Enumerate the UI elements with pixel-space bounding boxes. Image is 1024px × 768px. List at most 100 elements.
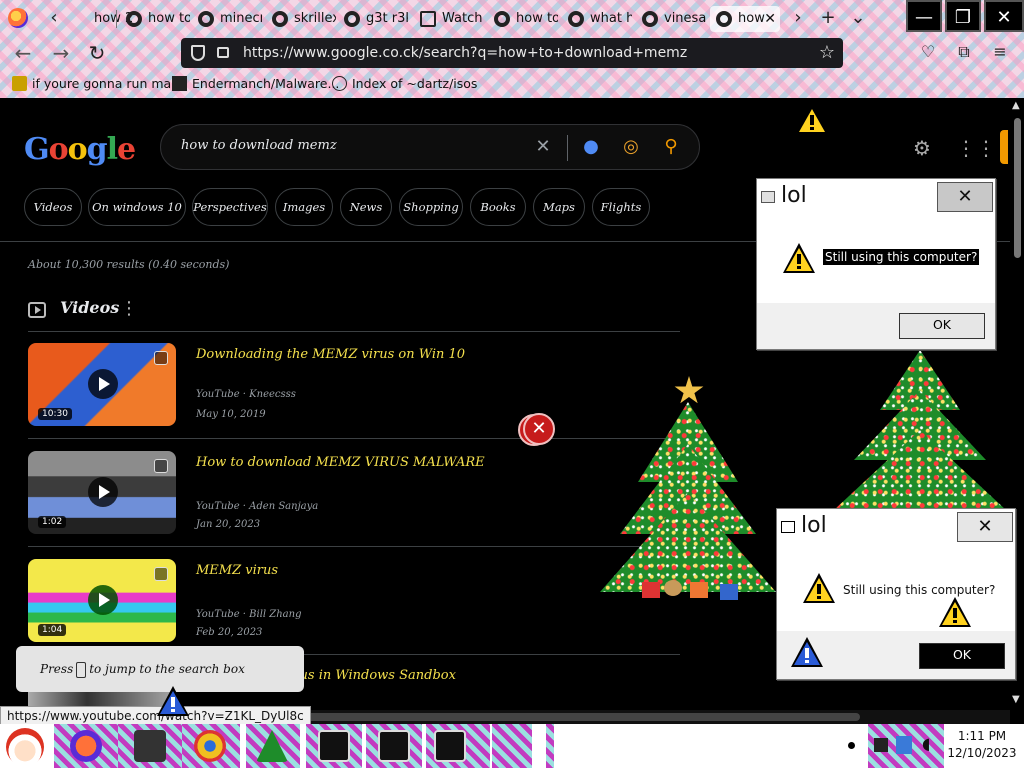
lens-icon[interactable]: ◎ <box>619 135 643 159</box>
google-favicon-icon <box>198 11 214 27</box>
taskbar-app-console[interactable] <box>366 724 422 768</box>
microphone-icon[interactable]: ● <box>579 135 603 159</box>
taskbar-app-explorer[interactable] <box>118 724 182 768</box>
extensions-icon[interactable]: ⧉ <box>954 42 974 62</box>
expand-icon[interactable] <box>154 351 168 365</box>
dialog-close-icon[interactable]: ✕ <box>937 182 993 212</box>
taskbar-app-tree[interactable] <box>246 724 300 768</box>
taskbar-app-console[interactable] <box>306 724 362 768</box>
settings-gear-icon[interactable]: ⚙ <box>910 136 934 160</box>
video-title[interactable]: Downloading the MEMZ virus on Win 10 <box>196 347 465 362</box>
taskbar-app-firefox[interactable] <box>54 724 118 768</box>
apps-grid-icon[interactable]: ⋮⋮ <box>956 136 996 160</box>
play-icon[interactable] <box>88 585 118 615</box>
scroll-up-icon[interactable]: ▲ <box>1012 100 1020 111</box>
console-icon <box>434 730 466 762</box>
chip-videos[interactable]: Videos <box>24 188 82 226</box>
taskbar-app[interactable] <box>492 724 532 768</box>
tab-bar: ‹ how 2 how to minecr skrillex g3t r3k W… <box>0 0 1024 36</box>
account-tab[interactable] <box>1000 130 1008 164</box>
search-icon[interactable]: ⚲ <box>659 135 683 159</box>
dialog-titlebar[interactable]: lol ✕ <box>757 179 995 217</box>
nav-bar: ← → ↻ https://www.google.co.ck/search?q=… <box>0 36 1024 70</box>
ok-button[interactable]: OK <box>899 313 985 339</box>
clear-icon[interactable]: ✕ <box>531 135 555 159</box>
scroll-thumb[interactable] <box>1014 118 1021 258</box>
chip-books[interactable]: Books <box>470 188 526 226</box>
dialog-close-icon[interactable]: ✕ <box>957 512 1013 542</box>
back-icon[interactable]: ← <box>10 40 36 66</box>
tab-10-active[interactable]: how ✕ <box>710 6 780 32</box>
video-title[interactable]: MEMZ virus <box>196 563 278 578</box>
expand-icon[interactable] <box>154 567 168 581</box>
teddy-bear-icon <box>664 580 682 596</box>
tab-6[interactable]: Watch <box>414 6 484 32</box>
video-result[interactable]: 1:02 How to download MEMZ VIRUS MALWARE … <box>28 451 680 535</box>
search-box[interactable]: how to download memz ✕ ● ◎ ⚲ <box>160 124 700 170</box>
video-thumbnail[interactable]: 1:04 <box>28 559 176 642</box>
video-result[interactable]: 1:04 MEMZ virus YouTube · Bill Zhang Feb… <box>28 559 680 643</box>
bookmark-star-icon[interactable]: ☆ <box>819 38 835 68</box>
taskbar-app-console[interactable] <box>426 724 490 768</box>
url-bar[interactable]: https://www.google.co.ck/search?q=how+to… <box>181 38 843 68</box>
tab-9[interactable]: vinesa <box>636 6 706 32</box>
tab-3[interactable]: minecr <box>192 6 262 32</box>
tab-scroll-left-icon[interactable]: ‹ <box>44 8 64 28</box>
tab-scroll-right-icon[interactable]: › <box>788 8 808 28</box>
minimize-icon[interactable]: — <box>906 0 942 32</box>
play-icon[interactable] <box>88 477 118 507</box>
pocket-icon[interactable]: ♡ <box>918 42 938 62</box>
start-santa-icon[interactable] <box>6 728 44 766</box>
chip-flights[interactable]: Flights <box>592 188 650 226</box>
menu-icon[interactable]: ≡ <box>990 42 1010 62</box>
tab-4[interactable]: skrillex <box>266 6 336 32</box>
bookmark-label: if youre gonna run ma... <box>32 76 184 91</box>
tab-7[interactable]: how to <box>488 6 558 32</box>
video-thumbnail[interactable]: 1:02 <box>28 451 176 534</box>
taskbar-app-chrome[interactable] <box>182 724 240 768</box>
firefox-icon <box>70 730 102 762</box>
video-thumbnail[interactable]: 10:30 <box>28 343 176 426</box>
dialog-titlebar[interactable]: lol ✕ <box>777 509 1015 547</box>
search-input[interactable]: how to download memz <box>181 138 337 153</box>
bookmark-1[interactable]: if youre gonna run ma... <box>12 76 183 91</box>
chip-on-windows[interactable]: On windows 10 <box>88 188 186 226</box>
close-tab-icon[interactable]: ✕ <box>764 6 776 32</box>
chip-perspectives[interactable]: Perspectives <box>192 188 268 226</box>
video-title[interactable]: How to download MEMZ VIRUS MALWARE <box>196 455 485 470</box>
tab-2[interactable]: how to <box>120 6 190 32</box>
tree-layer <box>600 492 776 592</box>
more-options-icon[interactable]: ⋮ <box>120 298 138 319</box>
system-tray[interactable]: ◖ <box>868 724 944 768</box>
new-tab-icon[interactable]: + <box>818 8 838 28</box>
volume-icon[interactable]: ◖ <box>922 734 930 753</box>
ok-button[interactable]: OK <box>919 643 1005 669</box>
chip-news[interactable]: News <box>340 188 392 226</box>
video-title-partial[interactable]: Virus in Windows Sandbox <box>280 668 456 683</box>
bookmark-3[interactable]: Index of ~dartz/isos <box>332 76 477 91</box>
battery-icon[interactable] <box>896 736 912 754</box>
chip-images[interactable]: Images <box>275 188 333 226</box>
chip-maps[interactable]: Maps <box>533 188 585 226</box>
forward-icon[interactable]: → <box>48 40 74 66</box>
tab-8[interactable]: what h <box>562 6 632 32</box>
network-icon[interactable] <box>874 738 888 752</box>
close-window-icon[interactable]: ✕ <box>984 0 1024 32</box>
tracking-shield-icon[interactable] <box>191 45 205 61</box>
list-tabs-icon[interactable]: ⌄ <box>848 8 868 28</box>
video-result[interactable]: 10:30 Downloading the MEMZ virus on Win … <box>28 343 680 427</box>
restore-icon[interactable]: ❐ <box>945 0 981 32</box>
play-icon[interactable] <box>88 369 118 399</box>
expand-icon[interactable] <box>154 459 168 473</box>
google-logo[interactable]: Google <box>24 132 136 167</box>
bookmark-2[interactable]: Endermanch/Malware... <box>172 76 339 91</box>
clock[interactable]: 1:11 PM 12/10/2023 <box>944 728 1020 762</box>
reload-icon[interactable]: ↻ <box>84 40 110 66</box>
tab-5[interactable]: g3t r3k <box>338 6 408 32</box>
chip-shopping[interactable]: Shopping <box>399 188 463 226</box>
lock-icon[interactable] <box>217 47 229 58</box>
scroll-down-icon[interactable]: ▼ <box>1012 694 1020 705</box>
dialog-app-icon <box>761 191 775 203</box>
chrome-icon <box>194 730 226 762</box>
firefox-icon[interactable] <box>8 8 28 28</box>
